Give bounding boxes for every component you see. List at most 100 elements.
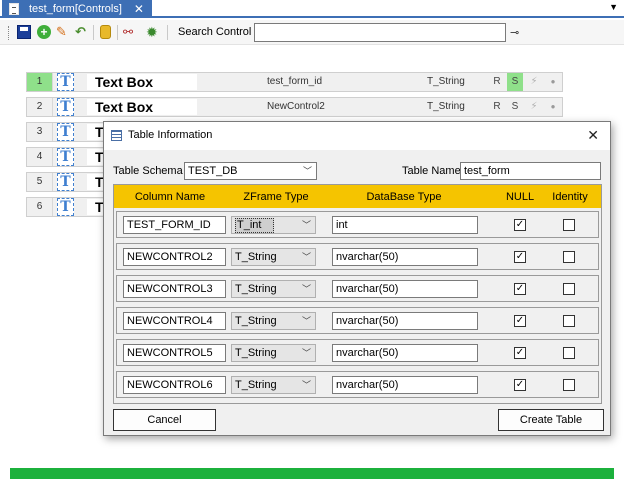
table-schema-value: TEST_DB — [188, 165, 238, 177]
column-name-input[interactable]: TEST_FORM_ID — [123, 216, 226, 234]
zframe-type-value: T_String — [235, 283, 277, 295]
textbox-icon: T — [57, 198, 74, 216]
tab-list-dropdown-icon[interactable]: ▼ — [609, 2, 618, 12]
null-checkbox[interactable]: ✓ — [514, 315, 526, 327]
create-table-button-label: Create Table — [519, 414, 583, 426]
readonly-flag[interactable]: R — [489, 98, 505, 116]
control-label: Text Box — [87, 99, 197, 115]
chevron-down-icon[interactable]: ﹀ — [302, 345, 311, 361]
zframe-type-select[interactable]: T_String ﹀ — [231, 312, 316, 330]
dialog-title: Table Information — [128, 129, 213, 141]
control-label: Text Box — [87, 74, 197, 90]
save-icon[interactable] — [17, 25, 31, 39]
dialog-titlebar[interactable]: Table Information ✕ — [104, 122, 610, 150]
database-type-input[interactable]: int — [332, 216, 478, 234]
column-row: NEWCONTROL3 T_String ﹀ nvarchar(50) ✓ — [116, 275, 599, 302]
chevron-down-icon[interactable]: ﹀ — [302, 249, 311, 265]
identity-checkbox[interactable] — [563, 315, 575, 327]
table-information-dialog: Table Information ✕ Table Schema : TEST_… — [103, 121, 611, 436]
textbox-icon: T — [57, 148, 74, 166]
toolbar-separator — [93, 25, 94, 40]
table-schema-label: Table Schema : — [113, 165, 189, 177]
cancel-button[interactable]: Cancel — [113, 409, 216, 431]
hierarchy-icon[interactable]: ⚯ — [123, 25, 137, 39]
zframe-type-value: T_String — [235, 315, 277, 327]
zframe-type-select[interactable]: T_String ﹀ — [231, 280, 316, 298]
null-checkbox[interactable]: ✓ — [514, 347, 526, 359]
chevron-down-icon[interactable]: ﹀ — [303, 163, 312, 179]
dot-icon[interactable]: ● — [545, 73, 561, 91]
database-type-input[interactable]: nvarchar(50) — [332, 312, 478, 330]
document-icon — [9, 2, 19, 15]
chevron-down-icon[interactable]: ﹀ — [302, 313, 311, 329]
add-icon[interactable]: + — [37, 25, 51, 39]
identity-checkbox[interactable] — [563, 379, 575, 391]
column-name-input[interactable]: NEWCONTROL4 — [123, 312, 226, 330]
save-flag[interactable]: S — [507, 73, 523, 91]
chevron-down-icon[interactable]: ﹀ — [302, 217, 311, 233]
search-control-input[interactable] — [254, 23, 506, 42]
zframe-type-select[interactable]: T_String ﹀ — [231, 248, 316, 266]
identity-checkbox[interactable] — [563, 219, 575, 231]
textbox-icon: T — [57, 173, 74, 191]
zframe-type-select[interactable]: T_String ﹀ — [231, 376, 316, 394]
toolbar-separator — [167, 25, 168, 40]
database-type-input[interactable]: nvarchar(50) — [332, 280, 478, 298]
readonly-flag[interactable]: R — [489, 73, 505, 91]
settings-icon[interactable]: ✹ — [146, 25, 160, 39]
close-icon[interactable]: ✕ — [587, 127, 599, 144]
identity-checkbox[interactable] — [563, 347, 575, 359]
dot-icon[interactable]: ● — [545, 98, 561, 116]
column-name-input[interactable]: NEWCONTROL2 — [123, 248, 226, 266]
zframe-type-select[interactable]: T_String ﹀ — [231, 344, 316, 362]
control-index: 5 — [27, 173, 53, 191]
column-row: NEWCONTROL2 T_String ﹀ nvarchar(50) ✓ — [116, 243, 599, 270]
control-type: T_String — [427, 76, 465, 87]
identity-checkbox[interactable] — [563, 251, 575, 263]
null-checkbox[interactable]: ✓ — [514, 283, 526, 295]
create-table-button[interactable]: Create Table — [498, 409, 604, 431]
header-column-name: Column Name — [134, 191, 206, 203]
document-tab[interactable]: test_form[Controls] ✕ — [2, 0, 152, 17]
table-name-input[interactable]: test_form — [460, 162, 601, 180]
toolbar-grip[interactable] — [8, 26, 11, 40]
control-row[interactable]: 2 T Text Box NewControl2 T_String R S ⚡ … — [26, 97, 563, 117]
undo-icon[interactable]: ↶ — [75, 25, 89, 39]
tab-title: test_form[Controls] — [29, 2, 122, 15]
column-name-input[interactable]: NEWCONTROL5 — [123, 344, 226, 362]
lightning-icon[interactable]: ⚡ — [526, 73, 542, 91]
control-row[interactable]: 1 T Text Box test_form_id T_String R S ⚡… — [26, 72, 563, 92]
cancel-button-label: Cancel — [147, 414, 182, 426]
control-type: T_String — [427, 101, 465, 112]
chevron-down-icon[interactable]: ﹀ — [302, 281, 311, 297]
null-checkbox[interactable]: ✓ — [514, 219, 526, 231]
database-icon[interactable] — [100, 25, 111, 39]
chevron-down-icon[interactable]: ﹀ — [302, 377, 311, 393]
database-type-input[interactable]: nvarchar(50) — [332, 344, 478, 362]
database-type-input[interactable]: nvarchar(50) — [332, 376, 478, 394]
document-tab-strip: test_form[Controls] ✕ ▼ — [0, 0, 624, 18]
control-id: NewControl2 — [267, 101, 325, 112]
identity-checkbox[interactable] — [563, 283, 575, 295]
edit-icon[interactable]: ✎ — [56, 25, 70, 39]
null-checkbox[interactable]: ✓ — [514, 251, 526, 263]
progress-fill — [10, 468, 614, 479]
column-name-input[interactable]: NEWCONTROL3 — [123, 280, 226, 298]
lightning-icon[interactable]: ⚡ — [526, 98, 542, 116]
table-schema-select[interactable]: TEST_DB ﹀ — [184, 162, 317, 180]
column-name-input[interactable]: NEWCONTROL6 — [123, 376, 226, 394]
null-checkbox[interactable]: ✓ — [514, 379, 526, 391]
textbox-icon: T — [57, 98, 74, 116]
database-type-input[interactable]: nvarchar(50) — [332, 248, 478, 266]
toolbar: + ✎ ↶ ⚯ ✹ Search Control ⊸ — [0, 20, 624, 45]
column-row: NEWCONTROL6 T_String ﹀ nvarchar(50) ✓ — [116, 371, 599, 398]
control-id: test_form_id — [267, 76, 323, 87]
save-flag[interactable]: S — [507, 98, 523, 116]
connector-icon[interactable]: ⊸ — [510, 26, 519, 39]
zframe-type-select[interactable]: T_int ﹀ — [231, 216, 316, 234]
zframe-type-value: T_String — [235, 379, 277, 391]
tab-close-icon[interactable]: ✕ — [134, 2, 144, 16]
control-index: 1 — [27, 73, 53, 91]
control-index: 2 — [27, 98, 53, 116]
control-index: 4 — [27, 148, 53, 166]
